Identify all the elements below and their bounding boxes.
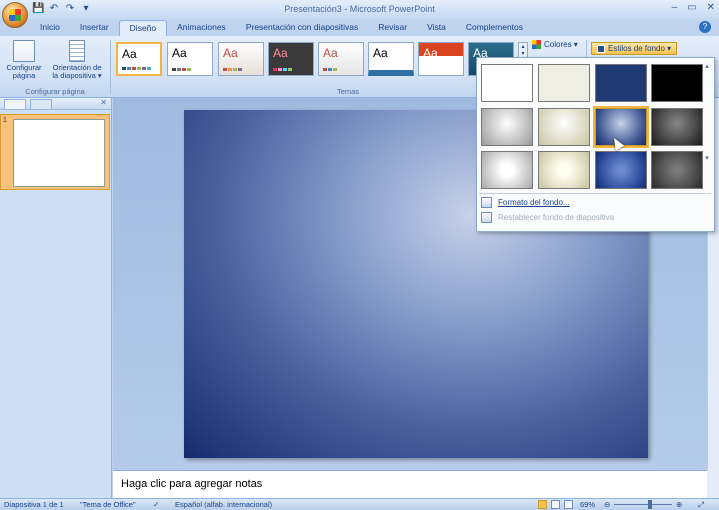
slide-counter: Diapositiva 1 de 1 xyxy=(4,500,64,509)
tab-vista[interactable]: Vista xyxy=(417,20,456,36)
status-bar: Diapositiva 1 de 1 "Tema de Office" ✓ Es… xyxy=(0,498,719,510)
format-background-item[interactable]: Formato del fondo... xyxy=(481,197,570,208)
spell-check-icon[interactable]: ✓ xyxy=(153,500,159,509)
bg-style-6[interactable] xyxy=(538,108,590,146)
theme-sample-text: Aa xyxy=(423,46,438,60)
orientation-icon xyxy=(69,40,85,62)
slide-thumbnail[interactable] xyxy=(13,119,105,187)
gallery-scrollbar[interactable]: ▴ ▾ xyxy=(702,62,712,192)
window-controls: – ▭ ✕ xyxy=(672,2,715,13)
bg-style-3[interactable] xyxy=(595,64,647,102)
normal-view-icon[interactable] xyxy=(538,500,547,509)
slide-orientation-button[interactable]: Orientación de la diapositiva ▾ xyxy=(46,40,108,80)
theme-sample-text: Aa xyxy=(223,46,238,60)
zoom-slider-thumb[interactable] xyxy=(648,500,652,509)
help-icon[interactable]: ? xyxy=(699,21,711,33)
reset-background-item: Restablecer fondo de diapositiva xyxy=(481,212,614,223)
gallery-divider xyxy=(479,193,711,194)
fit-to-window-icon[interactable]: ⤢ xyxy=(698,500,704,510)
close-button[interactable]: ✕ xyxy=(707,2,715,13)
tab-complementos[interactable]: Complementos xyxy=(456,20,533,36)
close-pane-icon[interactable]: ✕ xyxy=(100,98,107,107)
tab-inicio[interactable]: Inicio xyxy=(30,20,70,36)
page-setup-group-label: Configurar página xyxy=(25,87,85,96)
colors-button[interactable]: Colores ▾ xyxy=(532,40,578,49)
background-styles-label: Estilos de fondo ▾ xyxy=(608,44,672,53)
tab-presentacion[interactable]: Presentación con diapositivas xyxy=(236,20,368,36)
background-styles-gallery: ▴ ▾ Formato del fondo... Restablecer fond… xyxy=(476,57,715,232)
theme-sample-text: Aa xyxy=(373,46,388,60)
theme-sample-text: Aa xyxy=(323,46,338,60)
background-styles-icon xyxy=(597,44,605,53)
colors-label: Colores ▾ xyxy=(544,40,578,49)
tab-animaciones[interactable]: Animaciones xyxy=(167,20,236,36)
zoom-slider[interactable] xyxy=(614,504,672,505)
notes-scrollbar[interactable] xyxy=(707,470,719,498)
colors-icon xyxy=(532,40,541,49)
theme-2[interactable]: Aa xyxy=(167,42,213,76)
notes-pane[interactable]: Haga clic para agregar notas xyxy=(113,470,707,498)
theme-sample-text: Aa xyxy=(273,46,288,60)
zoom-in-icon[interactable]: ⊕ xyxy=(676,500,682,509)
window-title: Presentación3 - Microsoft PowerPoint xyxy=(284,4,435,14)
reset-background-icon xyxy=(481,212,492,223)
bg-style-5[interactable] xyxy=(481,108,533,146)
bg-style-4[interactable] xyxy=(651,64,703,102)
title-bar: 💾 ↶ ↷ ▾ Presentación3 - Microsoft PowerP… xyxy=(0,0,719,20)
bg-style-1[interactable] xyxy=(481,64,533,102)
tab-revisar[interactable]: Revisar xyxy=(368,20,417,36)
pane-tabs: ✕ xyxy=(0,98,111,110)
theme-7[interactable]: Aa xyxy=(418,42,464,76)
slides-pane: ✕ 1 xyxy=(0,98,112,498)
language-status[interactable]: Español (alfab. internacional) xyxy=(175,500,272,509)
maximize-button[interactable]: ▭ xyxy=(687,2,696,13)
tab-outline[interactable] xyxy=(30,99,52,109)
zoom-level[interactable]: 69% xyxy=(580,500,595,509)
ribbon-separator xyxy=(110,40,111,94)
page-setup-icon xyxy=(13,40,35,62)
slide-thumbnail-row[interactable]: 1 xyxy=(0,114,110,190)
page-setup-label: Configurar página xyxy=(6,63,42,80)
bg-style-9[interactable] xyxy=(481,151,533,189)
page-setup-button[interactable]: Configurar página xyxy=(4,40,44,80)
format-background-label: Formato del fondo... xyxy=(498,198,570,207)
theme-3[interactable]: Aa xyxy=(218,42,264,76)
theme-sample-text: Aa xyxy=(122,47,137,61)
ribbon-tabs: Inicio Insertar Diseño Animaciones Prese… xyxy=(30,20,533,36)
tab-slides[interactable] xyxy=(4,99,26,109)
minimize-button[interactable]: – xyxy=(672,2,678,13)
bg-style-2[interactable] xyxy=(538,64,590,102)
tab-insertar[interactable]: Insertar xyxy=(70,20,119,36)
bg-style-11[interactable] xyxy=(595,151,647,189)
format-background-icon xyxy=(481,197,492,208)
office-button[interactable] xyxy=(2,2,28,28)
zoom-out-icon[interactable]: ⊖ xyxy=(604,500,610,509)
theme-sample-text: Aa xyxy=(172,46,187,60)
bg-style-12[interactable] xyxy=(651,151,703,189)
background-styles-button[interactable]: Estilos de fondo ▾ xyxy=(591,42,678,55)
theme-5[interactable]: Aa xyxy=(318,42,364,76)
reset-background-label: Restablecer fondo de diapositiva xyxy=(498,213,615,222)
slide-orientation-label: Orientación de la diapositiva ▾ xyxy=(52,63,102,80)
slide-sorter-view-icon[interactable] xyxy=(551,500,560,509)
theme-6[interactable]: Aa xyxy=(368,42,414,76)
theme-office[interactable]: Aa xyxy=(116,42,162,76)
theme-4[interactable]: Aa xyxy=(268,42,314,76)
slide-number: 1 xyxy=(3,117,7,124)
slideshow-view-icon[interactable] xyxy=(564,500,573,509)
tab-diseno[interactable]: Diseño xyxy=(118,20,168,36)
bg-style-8[interactable] xyxy=(651,108,703,146)
bg-style-10[interactable] xyxy=(538,151,590,189)
theme-name: "Tema de Office" xyxy=(80,500,136,509)
